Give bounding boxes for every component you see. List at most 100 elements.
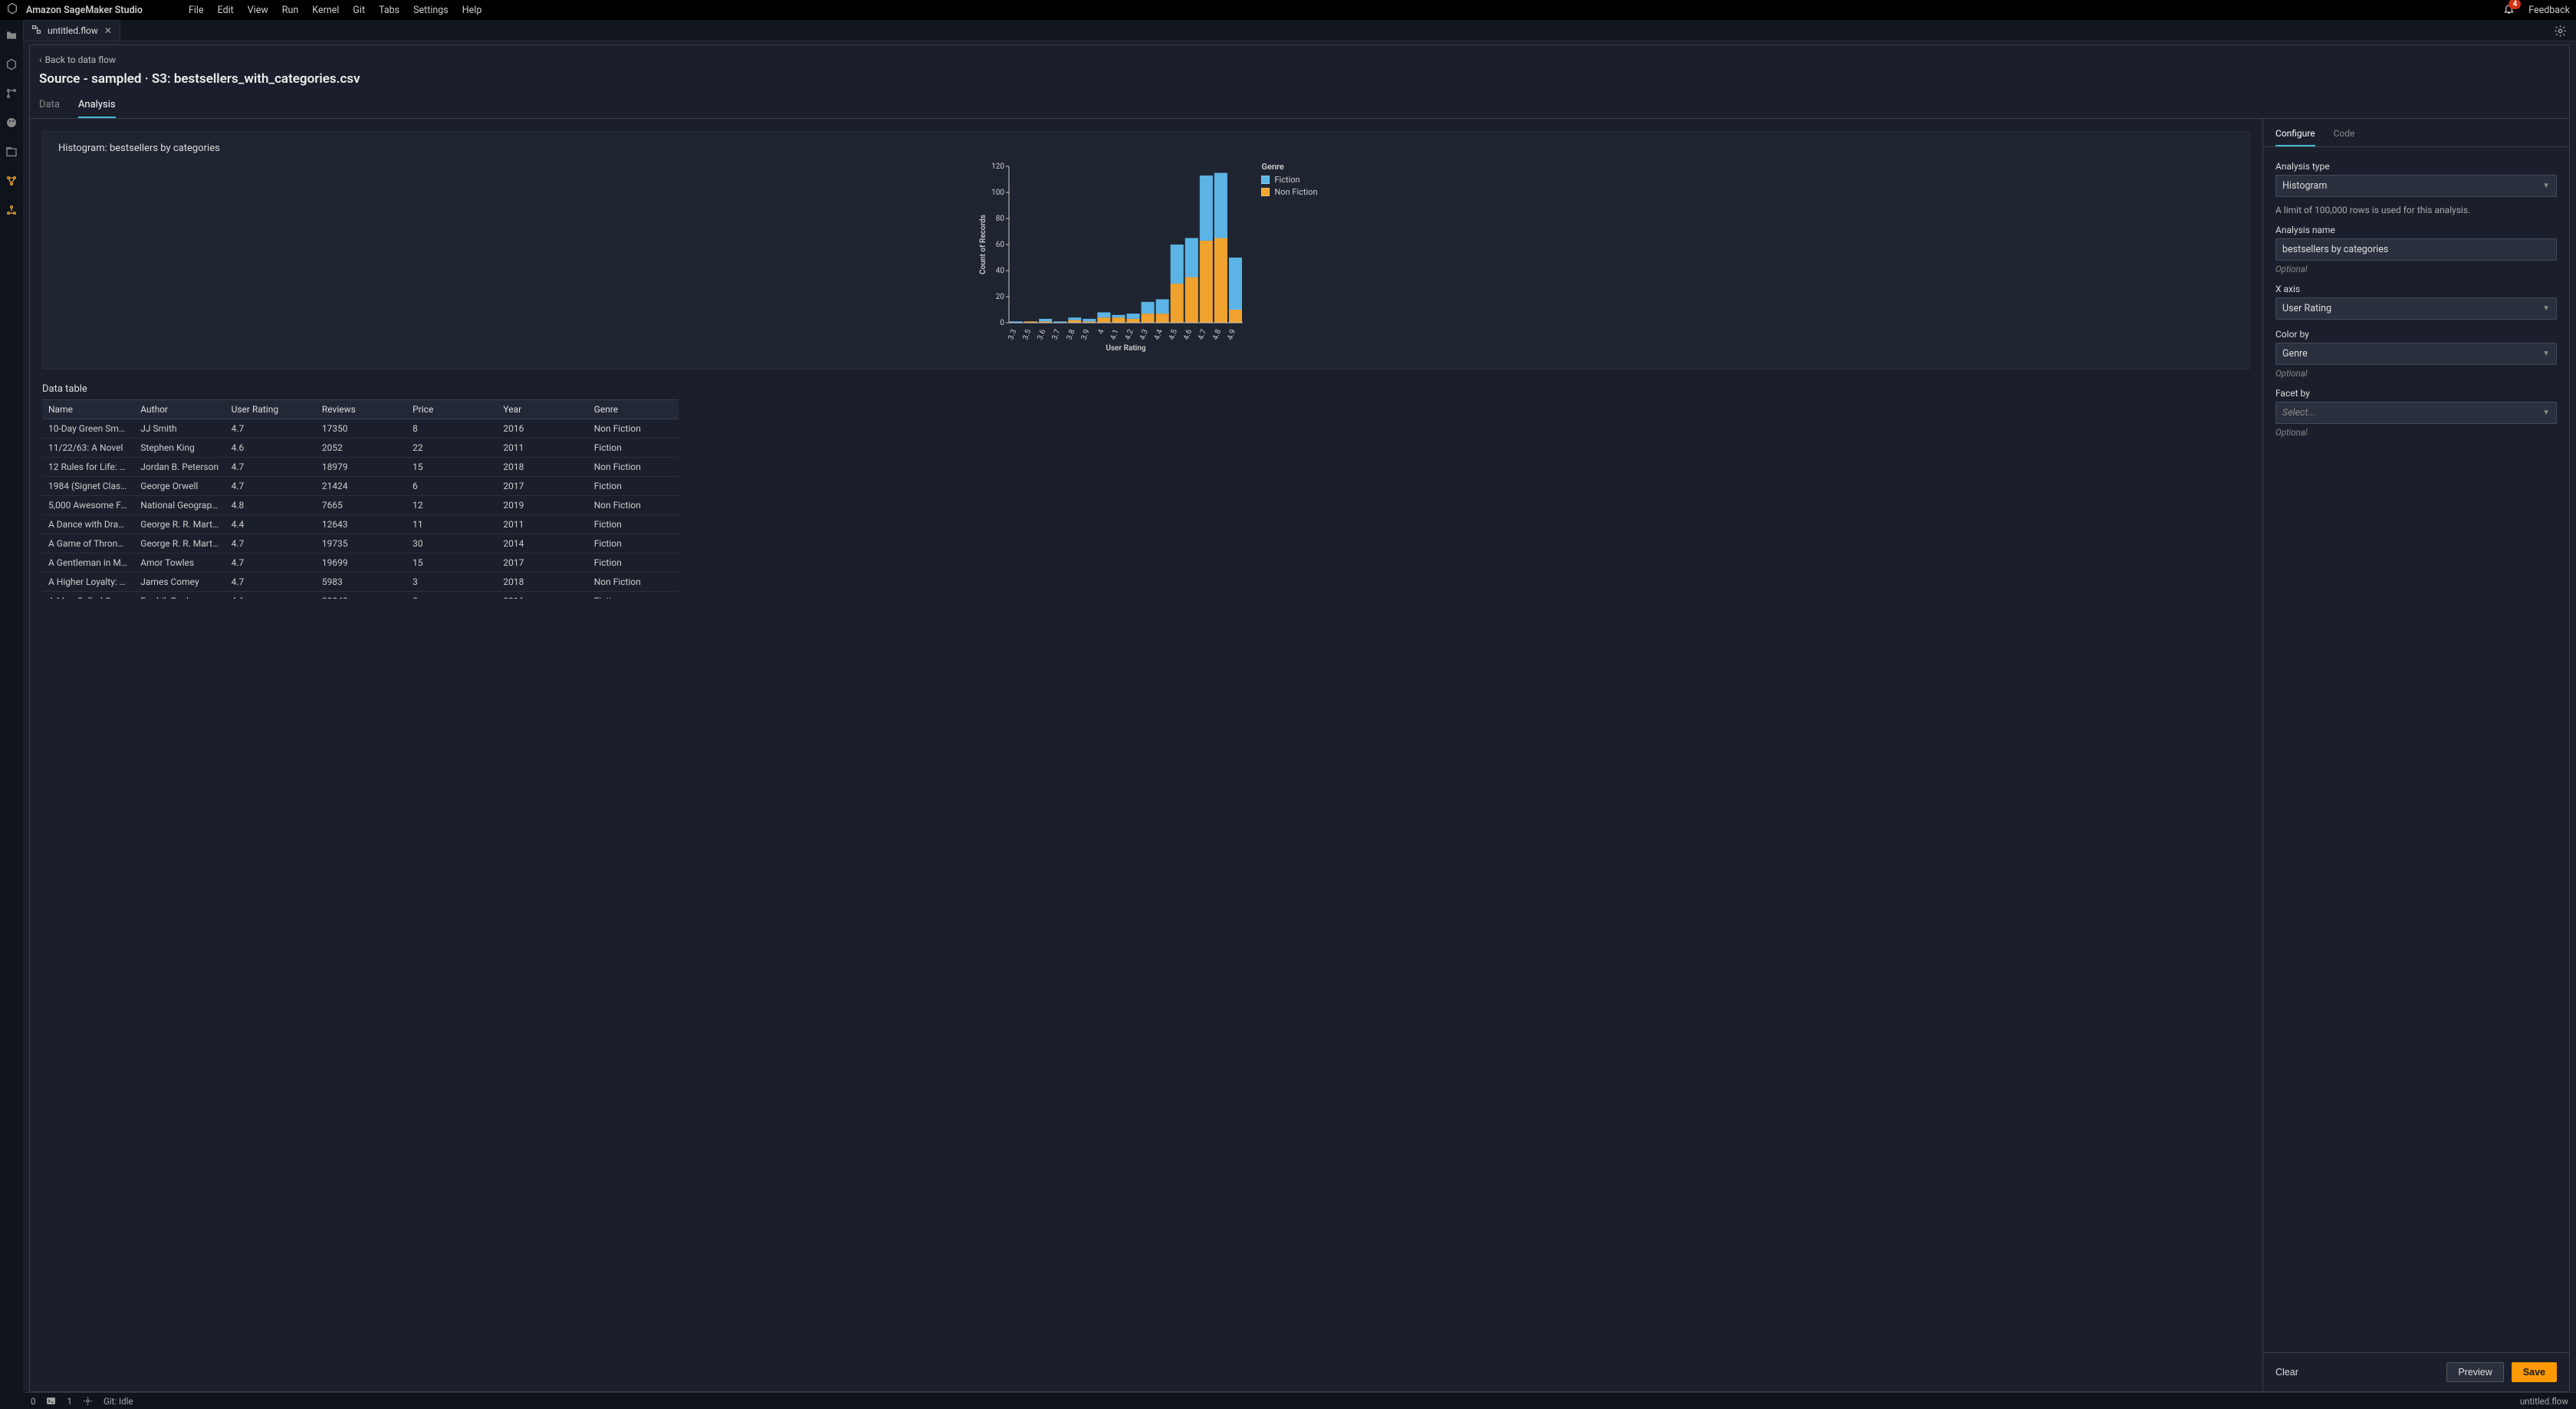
terminal-icon[interactable] xyxy=(46,1396,56,1406)
menu-edit[interactable]: Edit xyxy=(218,5,234,16)
table-row[interactable]: 12 Rules for Life: An An...Jordan B. Pet… xyxy=(42,458,678,477)
feedback-link[interactable]: Feedback xyxy=(2528,5,2570,16)
analysis-name-label: Analysis name xyxy=(2275,225,2557,235)
legend-item: Non Fiction xyxy=(1261,187,1317,197)
menu-help[interactable]: Help xyxy=(462,5,482,16)
column-header[interactable]: Genre xyxy=(588,400,678,419)
analysis-name-input[interactable] xyxy=(2275,238,2557,261)
table-row[interactable]: 5,000 Awesome Facts (...National Geograp… xyxy=(42,496,678,515)
palette-icon[interactable] xyxy=(5,117,18,129)
table-row[interactable]: 1984 (Signet Classics)George Orwell4.721… xyxy=(42,477,678,496)
svg-text:20: 20 xyxy=(996,293,1005,301)
svg-text:4.6: 4.6 xyxy=(1182,328,1194,341)
back-to-flow-link[interactable]: ‹ Back to data flow xyxy=(30,45,2569,68)
svg-text:80: 80 xyxy=(996,215,1005,223)
table-row[interactable]: A Higher Loyalty: Truth,...James Comey4.… xyxy=(42,573,678,592)
menu-git[interactable]: Git xyxy=(353,5,365,16)
svg-text:4.4: 4.4 xyxy=(1153,328,1165,341)
status-left-0[interactable]: 0 xyxy=(31,1396,35,1407)
notifications-button[interactable]: 4 xyxy=(2503,3,2515,18)
svg-text:User Rating: User Rating xyxy=(1106,344,1146,353)
settings-gear-button[interactable] xyxy=(2545,25,2576,41)
table-row[interactable]: A Man Called Ove: A No...Fredrik Backman… xyxy=(42,592,678,599)
close-icon[interactable]: ✕ xyxy=(104,25,112,36)
svg-text:60: 60 xyxy=(996,241,1005,249)
svg-text:3.5: 3.5 xyxy=(1022,328,1033,341)
row-limit-text: A limit of 100,000 rows is used for this… xyxy=(2275,205,2557,215)
svg-text:4.8: 4.8 xyxy=(1212,328,1224,341)
svg-text:4.5: 4.5 xyxy=(1168,328,1179,341)
file-tab[interactable]: untitled.flow ✕ xyxy=(23,20,120,41)
colorby-label: Color by xyxy=(2275,329,2557,340)
git-branch-icon[interactable] xyxy=(5,87,18,100)
column-header[interactable]: Author xyxy=(134,400,225,419)
clear-button[interactable]: Clear xyxy=(2275,1363,2309,1381)
flow-icon xyxy=(31,25,41,37)
gear-icon xyxy=(2554,25,2567,38)
data-table-scroll[interactable]: NameAuthorUser RatingReviewsPriceYearGen… xyxy=(42,399,2250,599)
svg-text:4.7: 4.7 xyxy=(1198,328,1209,341)
hexagon-icon[interactable] xyxy=(5,58,18,71)
facetby-select[interactable]: Select... ▼ xyxy=(2275,402,2557,424)
svg-text:4: 4 xyxy=(1097,328,1106,335)
menu-file[interactable]: File xyxy=(189,5,204,16)
xaxis-select[interactable]: User Rating ▼ xyxy=(2275,297,2557,320)
folder-icon[interactable] xyxy=(5,29,18,41)
tab-code[interactable]: Code xyxy=(2334,128,2355,146)
chevron-down-icon: ▼ xyxy=(2542,350,2550,358)
menu-settings[interactable]: Settings xyxy=(413,5,449,16)
data-table-label: Data table xyxy=(42,383,2250,395)
subtabs: Data Analysis xyxy=(30,94,2569,119)
column-header[interactable]: Name xyxy=(42,400,134,419)
tab-data[interactable]: Data xyxy=(39,99,60,118)
svg-text:3.8: 3.8 xyxy=(1066,328,1077,341)
svg-text:4.1: 4.1 xyxy=(1109,328,1121,341)
table-row[interactable]: 11/22/63: A NovelStephen King4.620522220… xyxy=(42,438,678,458)
menu-kernel[interactable]: Kernel xyxy=(312,5,339,16)
status-gear-icon[interactable] xyxy=(83,1396,93,1406)
tab-configure[interactable]: Configure xyxy=(2275,128,2315,146)
table-row[interactable]: A Game of Thrones / A ...George R. R. Ma… xyxy=(42,534,678,553)
menubar: Amazon SageMaker Studio File Edit View Run K… xyxy=(0,0,2576,20)
histogram-card: Histogram: bestsellers by categories 020… xyxy=(42,131,2250,369)
svg-text:120: 120 xyxy=(992,163,1005,171)
column-header[interactable]: Reviews xyxy=(316,400,406,419)
column-header[interactable]: User Rating xyxy=(225,400,316,419)
app-title: Amazon SageMaker Studio xyxy=(26,5,143,16)
svg-text:40: 40 xyxy=(996,267,1005,275)
status-bar: 0 1 Git: Idle untitled.flow xyxy=(23,1392,2576,1409)
analysis-type-select[interactable]: Histogram ▼ xyxy=(2275,175,2557,197)
svg-text:Count of Records: Count of Records xyxy=(979,215,987,274)
status-left-1[interactable]: 1 xyxy=(67,1396,71,1407)
menu-view[interactable]: View xyxy=(248,5,268,16)
analysis-left-panel: Histogram: bestsellers by categories 020… xyxy=(30,119,2262,1391)
tabs-icon[interactable] xyxy=(5,146,18,158)
status-git[interactable]: Git: Idle xyxy=(104,1396,133,1407)
svg-text:0: 0 xyxy=(1001,319,1005,327)
legend-title: Genre xyxy=(1261,162,1317,172)
table-row[interactable]: A Gentleman in Mosco...Amor Towles4.7196… xyxy=(42,553,678,573)
svg-text:3.6: 3.6 xyxy=(1037,328,1048,341)
file-tab-bar: untitled.flow ✕ xyxy=(23,20,2576,41)
svg-text:3.3: 3.3 xyxy=(1007,328,1019,341)
configure-panel: Configure Code Analysis type Histogram ▼… xyxy=(2262,119,2569,1391)
legend-item: Fiction xyxy=(1261,175,1317,185)
svg-text:4.2: 4.2 xyxy=(1124,328,1135,341)
preview-button[interactable]: Preview xyxy=(2446,1362,2503,1382)
endpoints-icon[interactable] xyxy=(5,204,18,216)
svg-text:100: 100 xyxy=(992,189,1005,197)
column-header[interactable]: Price xyxy=(406,400,497,419)
facetby-label: Facet by xyxy=(2275,388,2557,399)
menu-tabs[interactable]: Tabs xyxy=(379,5,399,16)
xaxis-label: X axis xyxy=(2275,284,2557,294)
table-row[interactable]: 10-Day Green Smoothi...JJ Smith4.7173508… xyxy=(42,419,678,438)
tab-analysis[interactable]: Analysis xyxy=(78,99,116,118)
column-header[interactable]: Year xyxy=(497,400,587,419)
colorby-select[interactable]: Genre ▼ xyxy=(2275,343,2557,365)
chevron-down-icon: ▼ xyxy=(2542,304,2550,313)
components-icon[interactable] xyxy=(5,175,18,187)
save-button[interactable]: Save xyxy=(2512,1362,2557,1382)
table-row[interactable]: A Dance with Dragons (...George R. R. Ma… xyxy=(42,515,678,534)
left-icon-rail xyxy=(0,20,23,1409)
menu-run[interactable]: Run xyxy=(282,5,299,16)
